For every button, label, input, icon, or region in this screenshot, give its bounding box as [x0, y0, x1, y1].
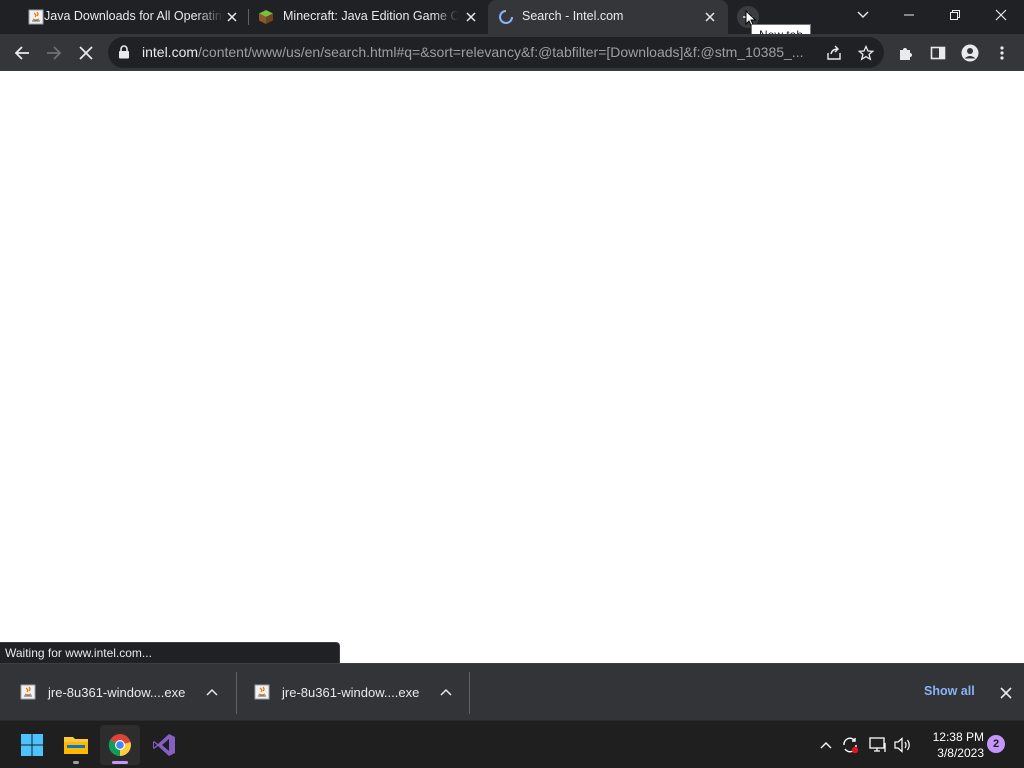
avatar-icon: [961, 44, 979, 62]
stop-icon: [79, 46, 93, 60]
show-all-downloads-button[interactable]: Show all: [924, 684, 975, 698]
java-file-icon: [254, 684, 270, 700]
download-shelf: jre-8u361-window....exe jre-8u361-window…: [0, 663, 1024, 720]
tab-title: Minecraft: Java Edition Game Crash: [283, 9, 459, 23]
url-host: intel.com: [142, 44, 199, 60]
taskbar-visual-studio[interactable]: [144, 725, 184, 765]
tab-title: Search - Intel.com: [522, 9, 624, 23]
windows-start-icon: [21, 734, 43, 756]
restore-button[interactable]: [932, 0, 978, 30]
chevron-up-icon[interactable]: [438, 684, 454, 700]
chevron-up-icon: [820, 742, 832, 749]
stop-loading-button[interactable]: [72, 39, 100, 67]
taskbar-clock[interactable]: 12:38 PM 3/8/2023: [918, 729, 984, 761]
star-icon: [858, 45, 874, 61]
java-file-icon: [20, 684, 36, 700]
chevron-down-icon: [857, 11, 869, 18]
sync-status-icon[interactable]: [840, 735, 860, 755]
minecraft-icon: [258, 9, 274, 25]
download-item[interactable]: jre-8u361-window....exe: [234, 664, 470, 721]
visual-studio-icon: [153, 734, 175, 756]
address-bar[interactable]: intel.com/content/www/us/en/search.html#…: [108, 37, 884, 68]
close-tab-icon[interactable]: [224, 9, 240, 25]
puzzle-icon: [900, 48, 912, 60]
close-window-button[interactable]: [978, 0, 1024, 30]
volume-icon[interactable]: [893, 735, 913, 755]
profile-button[interactable]: [956, 39, 984, 67]
tab-strip: Java Downloads for All Operating Systems…: [0, 0, 1024, 34]
active-indicator: [112, 761, 128, 764]
extensions-button[interactable]: [892, 39, 920, 67]
forward-button[interactable]: [40, 39, 68, 67]
show-hidden-icons-button[interactable]: [816, 735, 836, 755]
tab-title: Java Downloads for All Operating Systems: [44, 9, 224, 23]
download-filename: jre-8u361-window....exe: [282, 685, 420, 700]
side-panel-button[interactable]: [924, 39, 952, 67]
arrow-left-icon: [14, 46, 29, 60]
notification-badge[interactable]: 2: [987, 735, 1005, 753]
tab-separator: [248, 9, 249, 25]
windows-taskbar: 12:38 PM 3/8/2023: [0, 720, 1024, 768]
share-button[interactable]: [822, 41, 846, 65]
back-button[interactable]: [8, 39, 36, 67]
close-icon: [995, 9, 1007, 21]
tab-search-button[interactable]: [840, 0, 886, 30]
page-content: [0, 71, 1024, 663]
lock-icon[interactable]: [118, 45, 132, 61]
side-panel-icon: [930, 46, 946, 60]
menu-button[interactable]: [988, 39, 1016, 67]
download-separator: [469, 672, 470, 714]
taskbar-file-explorer[interactable]: [56, 725, 96, 765]
close-shelf-button[interactable]: [996, 683, 1016, 703]
close-icon: [1000, 687, 1012, 699]
url-path: /content/www/us/en/search.html#q=&sort=r…: [198, 44, 804, 60]
download-item[interactable]: jre-8u361-window....exe: [0, 664, 236, 721]
browser-toolbar: intel.com/content/www/us/en/search.html#…: [0, 34, 1024, 71]
url-text[interactable]: intel.com/content/www/us/en/search.html#…: [142, 44, 818, 60]
network-icon[interactable]: [868, 735, 888, 755]
minimize-button[interactable]: [886, 0, 932, 30]
download-filename: jre-8u361-window....exe: [48, 685, 186, 700]
chrome-icon: [108, 734, 131, 757]
tab-java-downloads[interactable]: Java Downloads for All Operating Systems: [8, 0, 246, 34]
more-vertical-icon: [1000, 46, 1004, 60]
tab-intel-search[interactable]: Search - Intel.com: [488, 0, 728, 34]
clock-date: 3/8/2023: [937, 746, 984, 760]
close-tab-icon[interactable]: [702, 9, 718, 25]
share-icon: [827, 45, 841, 60]
arrow-right-icon: [47, 46, 62, 60]
taskbar-chrome[interactable]: [100, 725, 140, 765]
close-tab-icon[interactable]: [463, 9, 479, 25]
tab-minecraft-crash[interactable]: Minecraft: Java Edition Game Crash: [250, 0, 486, 34]
status-bubble: Waiting for www.intel.com...: [0, 642, 340, 663]
minimize-icon: [904, 14, 914, 16]
java-icon: [28, 9, 44, 25]
chevron-up-icon[interactable]: [204, 684, 220, 700]
clock-time: 12:38 PM: [932, 730, 984, 744]
running-indicator: [73, 761, 79, 764]
file-explorer-icon: [64, 737, 88, 754]
bookmark-button[interactable]: [854, 41, 878, 65]
loading-spinner-icon: [498, 9, 514, 25]
start-button[interactable]: [12, 725, 52, 765]
restore-icon: [950, 10, 960, 20]
